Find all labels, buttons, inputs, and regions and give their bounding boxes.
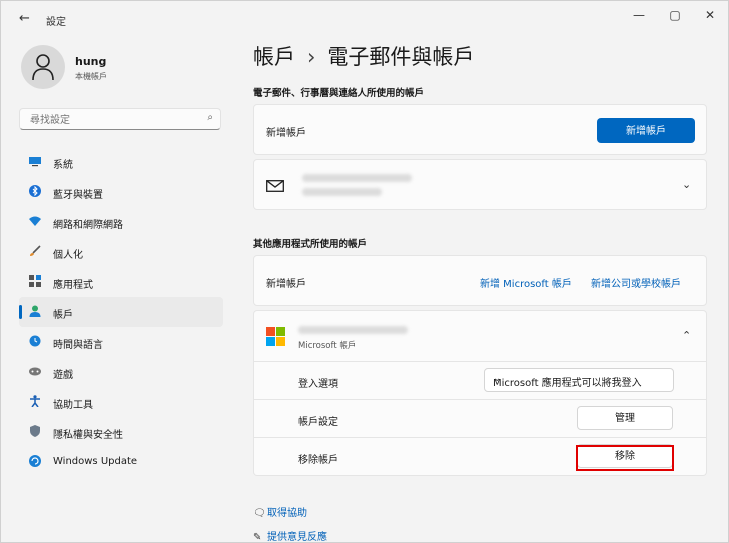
sidebar-item-label: 時間與語言 [53,340,103,351]
gamepad-icon [29,367,41,376]
search-input[interactable] [28,112,202,128]
sidebar-item-label: 藍牙與裝置 [53,190,103,201]
sidebar-item-label: 遊戲 [53,370,73,381]
search-icon[interactable]: ⌕ [207,112,213,123]
bluetooth-icon [29,185,41,197]
globe-clock-icon [29,335,41,347]
sidebar-item-bluetooth[interactable]: 藍牙與裝置 [19,177,223,207]
sidebar-item-label: 協助工具 [53,400,93,411]
account-settings-row: 帳戶設定 管理 [253,400,707,438]
sidebar-item-gaming[interactable]: 遊戲 [19,357,223,387]
user-account-type: 本機帳戶 [75,72,107,81]
sidebar-nav: 系統 藍牙與裝置 網路和網際網路 個人化 應用程式 帳戶 時間與語言 遊戲 協助… [19,147,223,477]
shield-icon [30,425,40,437]
remove-button-highlight [576,445,674,471]
get-help-link[interactable]: 🗨取得協助 [253,504,307,519]
add-email-account-button[interactable]: 新增帳戶 [597,118,695,143]
redacted-email [302,174,412,182]
person-icon [29,305,41,317]
sidebar-item-accounts[interactable]: 帳戶 [19,297,223,327]
add-microsoft-account-link[interactable]: 新增 Microsoft 帳戶 [480,275,572,290]
microsoft-account-header[interactable]: Microsoft 帳戶 ⌃ [253,310,707,362]
signin-options-dropdown[interactable]: Microsoft 應用程式可以將我登入 ⌄ [484,368,674,392]
user-name: hung [75,55,107,68]
sidebar-item-apps[interactable]: 應用程式 [19,267,223,297]
sidebar-item-privacy[interactable]: 隱私權與安全性 [19,417,223,447]
account-settings-label: 帳戶設定 [298,417,338,428]
sidebar-item-label: Windows Update [53,456,138,467]
microsoft-logo-icon [266,327,285,346]
mail-icon [266,180,284,192]
page-title: 帳戶 › 電子郵件與帳戶 [253,41,474,71]
avatar [21,45,65,89]
settings-window: ← 設定 — ▢ ✕ hung 本機帳戶 ⌕ 系統 藍牙與裝置 網路和網際網路 [0,0,729,543]
update-icon [29,455,41,467]
email-section-title: 電子郵件、行事曆與連絡人所使用的帳戶 [253,88,425,99]
sidebar-item-label: 應用程式 [53,280,93,291]
feedback-icon: ✎ [253,532,262,543]
chevron-down-icon: ⌄ [493,373,502,384]
email-account-row[interactable]: ⌄ [253,159,707,210]
chevron-down-icon[interactable]: ⌄ [682,178,691,191]
search-box[interactable]: ⌕ [19,108,221,130]
sidebar-item-personalization[interactable]: 個人化 [19,237,223,267]
accessibility-icon [30,395,40,407]
remove-account-label: 移除帳戶 [298,455,338,466]
breadcrumb-parent[interactable]: 帳戶 [253,45,295,69]
sidebar-item-label: 系統 [53,160,73,171]
breadcrumb-current: 電子郵件與帳戶 [327,45,475,69]
other-add-account-card: 新增帳戶 新增 Microsoft 帳戶 新增公司或學校帳戶 [253,255,707,306]
signin-options-row: 登入選項 Microsoft 應用程式可以將我登入 ⌄ [253,362,707,400]
maximize-button[interactable]: ▢ [659,5,691,25]
redacted-microsoft-email [298,326,408,334]
close-button[interactable]: ✕ [694,5,726,25]
person-avatar-icon [32,54,54,81]
apps-icon [29,275,41,287]
back-arrow-icon[interactable]: ← [19,11,30,26]
sidebar-item-time-language[interactable]: 時間與語言 [19,327,223,357]
brush-icon [30,245,41,256]
signin-options-label: 登入選項 [298,379,338,390]
sidebar-item-system[interactable]: 系統 [19,147,223,177]
other-add-account-label: 新增帳戶 [266,279,306,290]
title-bar: ← 設定 — ▢ ✕ [1,1,728,35]
sidebar-item-accessibility[interactable]: 協助工具 [19,387,223,417]
wifi-icon [29,216,41,226]
email-add-account-card: 新增帳戶 新增帳戶 [253,104,707,155]
manage-button[interactable]: 管理 [577,406,673,430]
chevron-up-icon[interactable]: ⌃ [682,329,691,342]
breadcrumb-separator: › [307,45,316,69]
minimize-button[interactable]: — [623,5,655,25]
sidebar-item-windows-update[interactable]: Windows Update [19,447,223,477]
sidebar-item-label: 帳戶 [53,310,73,321]
sidebar-item-label: 網路和網際網路 [53,220,123,231]
sidebar-item-label: 個人化 [53,250,83,261]
monitor-icon [29,157,41,167]
help-icon: 🗨 [253,508,266,519]
email-add-account-label: 新增帳戶 [266,128,306,139]
other-section-title: 其他應用程式所使用的帳戶 [253,239,368,250]
sidebar-item-label: 隱私權與安全性 [53,430,123,441]
account-type-label: Microsoft 帳戶 [298,341,357,351]
get-help-label: 取得協助 [267,508,307,519]
redacted-email-detail [302,188,382,196]
window-title: 設定 [46,17,66,28]
add-work-school-account-link[interactable]: 新增公司或學校帳戶 [591,275,681,290]
feedback-label: 提供意見反應 [267,532,327,543]
sidebar-item-network[interactable]: 網路和網際網路 [19,207,223,237]
feedback-link[interactable]: ✎ 提供意見反應 [253,528,327,543]
